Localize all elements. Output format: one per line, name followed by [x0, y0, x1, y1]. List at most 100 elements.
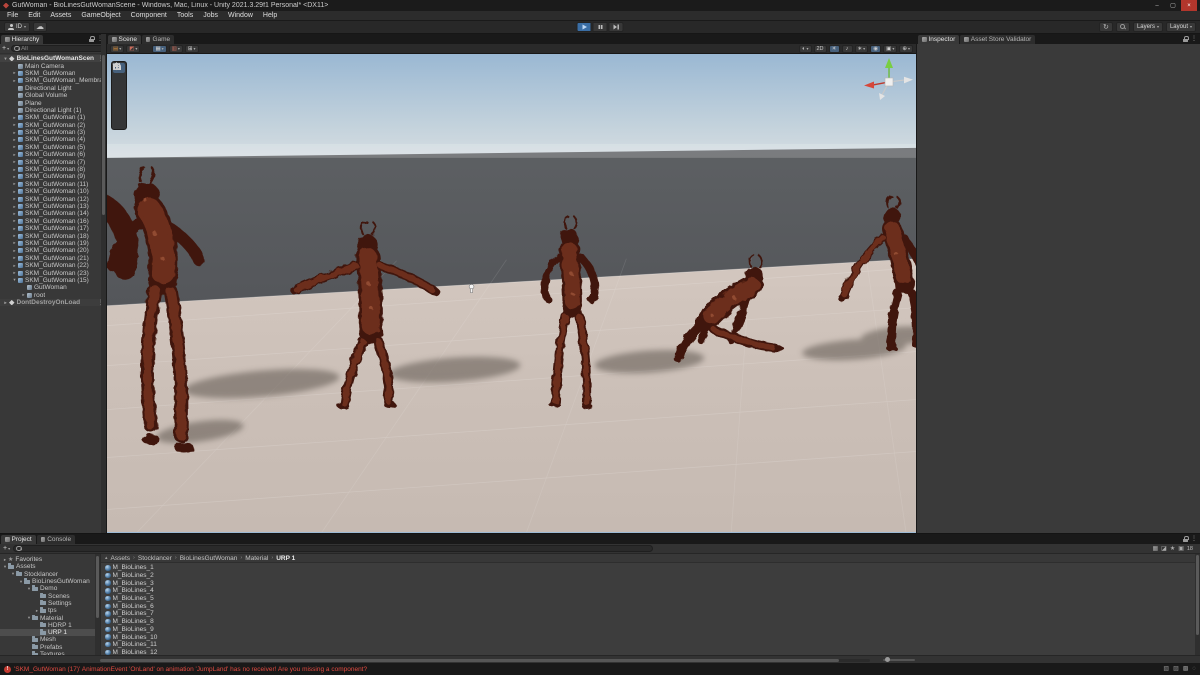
- project-tree-item-demo[interactable]: ▾ Demo: [0, 585, 95, 592]
- 2d-toggle[interactable]: 2D: [813, 44, 827, 53]
- hierarchy-item-skm-gutwoman-12[interactable]: ▸ SKM_GutWoman (12): [0, 195, 106, 203]
- hierarchy-item-skm-gutwoman-6[interactable]: ▸ SKM_GutWoman (6): [0, 151, 106, 158]
- expand-arrow-icon[interactable]: ▸: [2, 300, 9, 306]
- gizmos-dropdown[interactable]: ⊕ ▾: [899, 44, 913, 53]
- expand-arrow-icon[interactable]: ▸: [11, 240, 18, 246]
- debug-gizmos-dropdown[interactable]: ◩ ▾: [126, 44, 141, 53]
- asset-item-m-biolines-2[interactable]: M_BioLines_2: [101, 572, 1200, 580]
- lock-icon[interactable]: [89, 36, 95, 42]
- global-search-button[interactable]: [1115, 22, 1130, 32]
- scene-tab-scene[interactable]: Scene: [108, 35, 141, 44]
- scale-tool-button[interactable]: [113, 63, 125, 106]
- hierarchy-item-skm-gutwoman-7[interactable]: ▸ SKM_GutWoman (7): [0, 158, 106, 166]
- expand-arrow-icon[interactable]: ▾: [2, 56, 9, 62]
- breadcrumb-item-stocklancer[interactable]: Stocklancer: [138, 555, 172, 562]
- menu-item-window[interactable]: Window: [223, 11, 258, 20]
- asset-item-m-biolines-11[interactable]: M_BioLines_11: [101, 641, 1200, 649]
- camera-overlay-dropdown[interactable]: ▣ ▾: [883, 44, 898, 53]
- hidden-packages-icon[interactable]: ▣: [1178, 546, 1184, 552]
- hierarchy-item-skm-gutwoman[interactable]: ▸ SKM_GutWoman: [0, 70, 106, 77]
- menu-item-tools[interactable]: Tools: [172, 11, 198, 20]
- expand-arrow-icon[interactable]: ▸: [11, 122, 18, 128]
- tab-hierarchy[interactable]: Hierarchy: [1, 35, 44, 44]
- asset-item-m-biolines-9[interactable]: M_BioLines_9: [101, 626, 1200, 634]
- horizontal-scrollbar[interactable]: [100, 658, 870, 662]
- minimize-icon[interactable]: –: [1149, 0, 1165, 11]
- asset-item-m-biolines-7[interactable]: M_BioLines_7: [101, 610, 1200, 618]
- scrollbar-thumb[interactable]: [96, 556, 99, 618]
- snap-increment-dropdown[interactable]: ⊞ ▾: [184, 44, 199, 53]
- asset-item-m-biolines-10[interactable]: M_BioLines_10: [101, 633, 1200, 641]
- hierarchy-item-main-camera[interactable]: Main Camera: [0, 62, 106, 70]
- audio-toggle[interactable]: ♪: [841, 44, 853, 53]
- hierarchy-item-skm-gutwoman-membran[interactable]: ▸ SKM_GutWoman_Membran: [0, 77, 106, 84]
- project-tree-item-urp-1[interactable]: URP 1: [0, 628, 95, 637]
- hierarchy-item-plane[interactable]: Plane: [0, 99, 106, 107]
- expand-arrow-icon[interactable]: ▸: [20, 292, 27, 298]
- hierarchy-item-skm-gutwoman-5[interactable]: ▸ SKM_GutWoman (5): [0, 144, 106, 151]
- scrollbar-thumb[interactable]: [102, 55, 105, 215]
- pause-button[interactable]: [592, 22, 608, 32]
- hierarchy-item-skm-gutwoman-14[interactable]: ▸ SKM_GutWoman (14): [0, 210, 106, 217]
- menu-item-jobs[interactable]: Jobs: [198, 11, 223, 20]
- kebab-menu-icon[interactable]: ⋮: [1191, 536, 1197, 542]
- expand-arrow-icon[interactable]: ▸: [11, 159, 18, 165]
- move-tool-button[interactable]: [113, 62, 125, 84]
- hierarchy-item-skm-gutwoman-4[interactable]: ▸ SKM_GutWoman (4): [0, 136, 106, 143]
- hierarchy-item-root[interactable]: ▸ root: [0, 292, 106, 299]
- expand-arrow-icon[interactable]: ▸: [11, 130, 18, 136]
- project-tree-item-tps[interactable]: ▸ tps: [0, 607, 95, 614]
- scrollbar-thumb[interactable]: [1196, 555, 1199, 635]
- asset-item-m-biolines-4[interactable]: M_BioLines_4: [101, 587, 1200, 595]
- maximize-icon[interactable]: ▢: [1165, 0, 1181, 11]
- menu-item-assets[interactable]: Assets: [45, 11, 76, 20]
- grid-axis-dropdown[interactable]: ▦ ▾: [152, 44, 167, 53]
- hierarchy-item-skm-gutwoman-16[interactable]: ▸ SKM_GutWoman (16): [0, 218, 106, 225]
- expand-arrow-icon[interactable]: ▸: [11, 248, 18, 254]
- hierarchy-item-skm-gutwoman-22[interactable]: ▸ SKM_GutWoman (22): [0, 262, 106, 269]
- cloud-services-button[interactable]: ☁: [33, 22, 48, 32]
- hierarchy-item-skm-gutwoman-20[interactable]: ▸ SKM_GutWoman (20): [0, 247, 106, 254]
- rect-tool-button[interactable]: [112, 63, 125, 117]
- play-button[interactable]: [576, 22, 592, 32]
- search-by-type-icon[interactable]: ▦: [1152, 546, 1158, 552]
- inspector-tab-inspector[interactable]: Inspector: [918, 35, 960, 44]
- automation-icon[interactable]: ▧: [1163, 666, 1169, 672]
- menu-item-component[interactable]: Component: [126, 11, 172, 20]
- scene-viewport[interactable]: [107, 54, 916, 533]
- hierarchy-item-biolinesgutwomanscen[interactable]: ▾BioLinesGutWomanScen⋮: [0, 55, 106, 63]
- asset-item-m-biolines-8[interactable]: M_BioLines_8: [101, 618, 1200, 626]
- layout-dropdown[interactable]: Layout ▾: [1165, 22, 1196, 32]
- hierarchy-scrollbar[interactable]: [101, 34, 106, 533]
- hierarchy-item-skm-gutwoman-15[interactable]: ▾ SKM_GutWoman (15): [0, 277, 106, 284]
- slider-knob[interactable]: [885, 657, 890, 662]
- visibility-toggle[interactable]: ◉: [870, 44, 882, 53]
- breadcrumb-item-biolinesgutwoman[interactable]: BioLinesGutWoman: [180, 555, 238, 562]
- asset-item-m-biolines-6[interactable]: M_BioLines_6: [101, 602, 1200, 610]
- expand-arrow-icon[interactable]: ▸: [11, 211, 18, 217]
- expand-arrow-icon[interactable]: ▸: [11, 189, 18, 195]
- file-list-scrollbar[interactable]: [1195, 554, 1200, 655]
- hierarchy-item-directional-light[interactable]: Directional Light: [0, 85, 106, 92]
- menu-item-file[interactable]: File: [2, 11, 23, 20]
- import-activity-icon[interactable]: ▨: [1173, 666, 1179, 672]
- lock-icon[interactable]: [1183, 36, 1189, 42]
- expand-arrow-icon[interactable]: ▸: [11, 263, 18, 269]
- hierarchy-item-skm-gutwoman-1[interactable]: ▸ SKM_GutWoman (1): [0, 114, 106, 121]
- snap-dropdown[interactable]: ▥ ▾: [168, 44, 183, 53]
- inspector-tab-asset-store-validator[interactable]: Asset Store Validator: [960, 35, 1036, 44]
- expand-arrow-icon[interactable]: ▸: [11, 204, 18, 210]
- expand-arrow-icon[interactable]: ▸: [11, 226, 18, 232]
- expand-arrow-icon[interactable]: ▸: [11, 78, 18, 84]
- project-tree-item-settings[interactable]: Settings: [0, 599, 95, 607]
- hierarchy-item-skm-gutwoman-10[interactable]: ▸ SKM_GutWoman (10): [0, 188, 106, 195]
- project-tree-item-scenes[interactable]: Scenes: [0, 592, 95, 600]
- project-tree-item-favorites[interactable]: ▸ ★ Favorites: [0, 556, 95, 563]
- save-search-icon[interactable]: ★: [1170, 546, 1175, 552]
- step-button[interactable]: [608, 22, 624, 32]
- rotate-tool-button[interactable]: [113, 63, 125, 95]
- hierarchy-item-directional-light-1[interactable]: Directional Light (1): [0, 107, 106, 114]
- project-search-input[interactable]: [23, 545, 651, 552]
- icon-size-slider[interactable]: [883, 657, 915, 662]
- scrollbar-thumb[interactable]: [100, 658, 840, 662]
